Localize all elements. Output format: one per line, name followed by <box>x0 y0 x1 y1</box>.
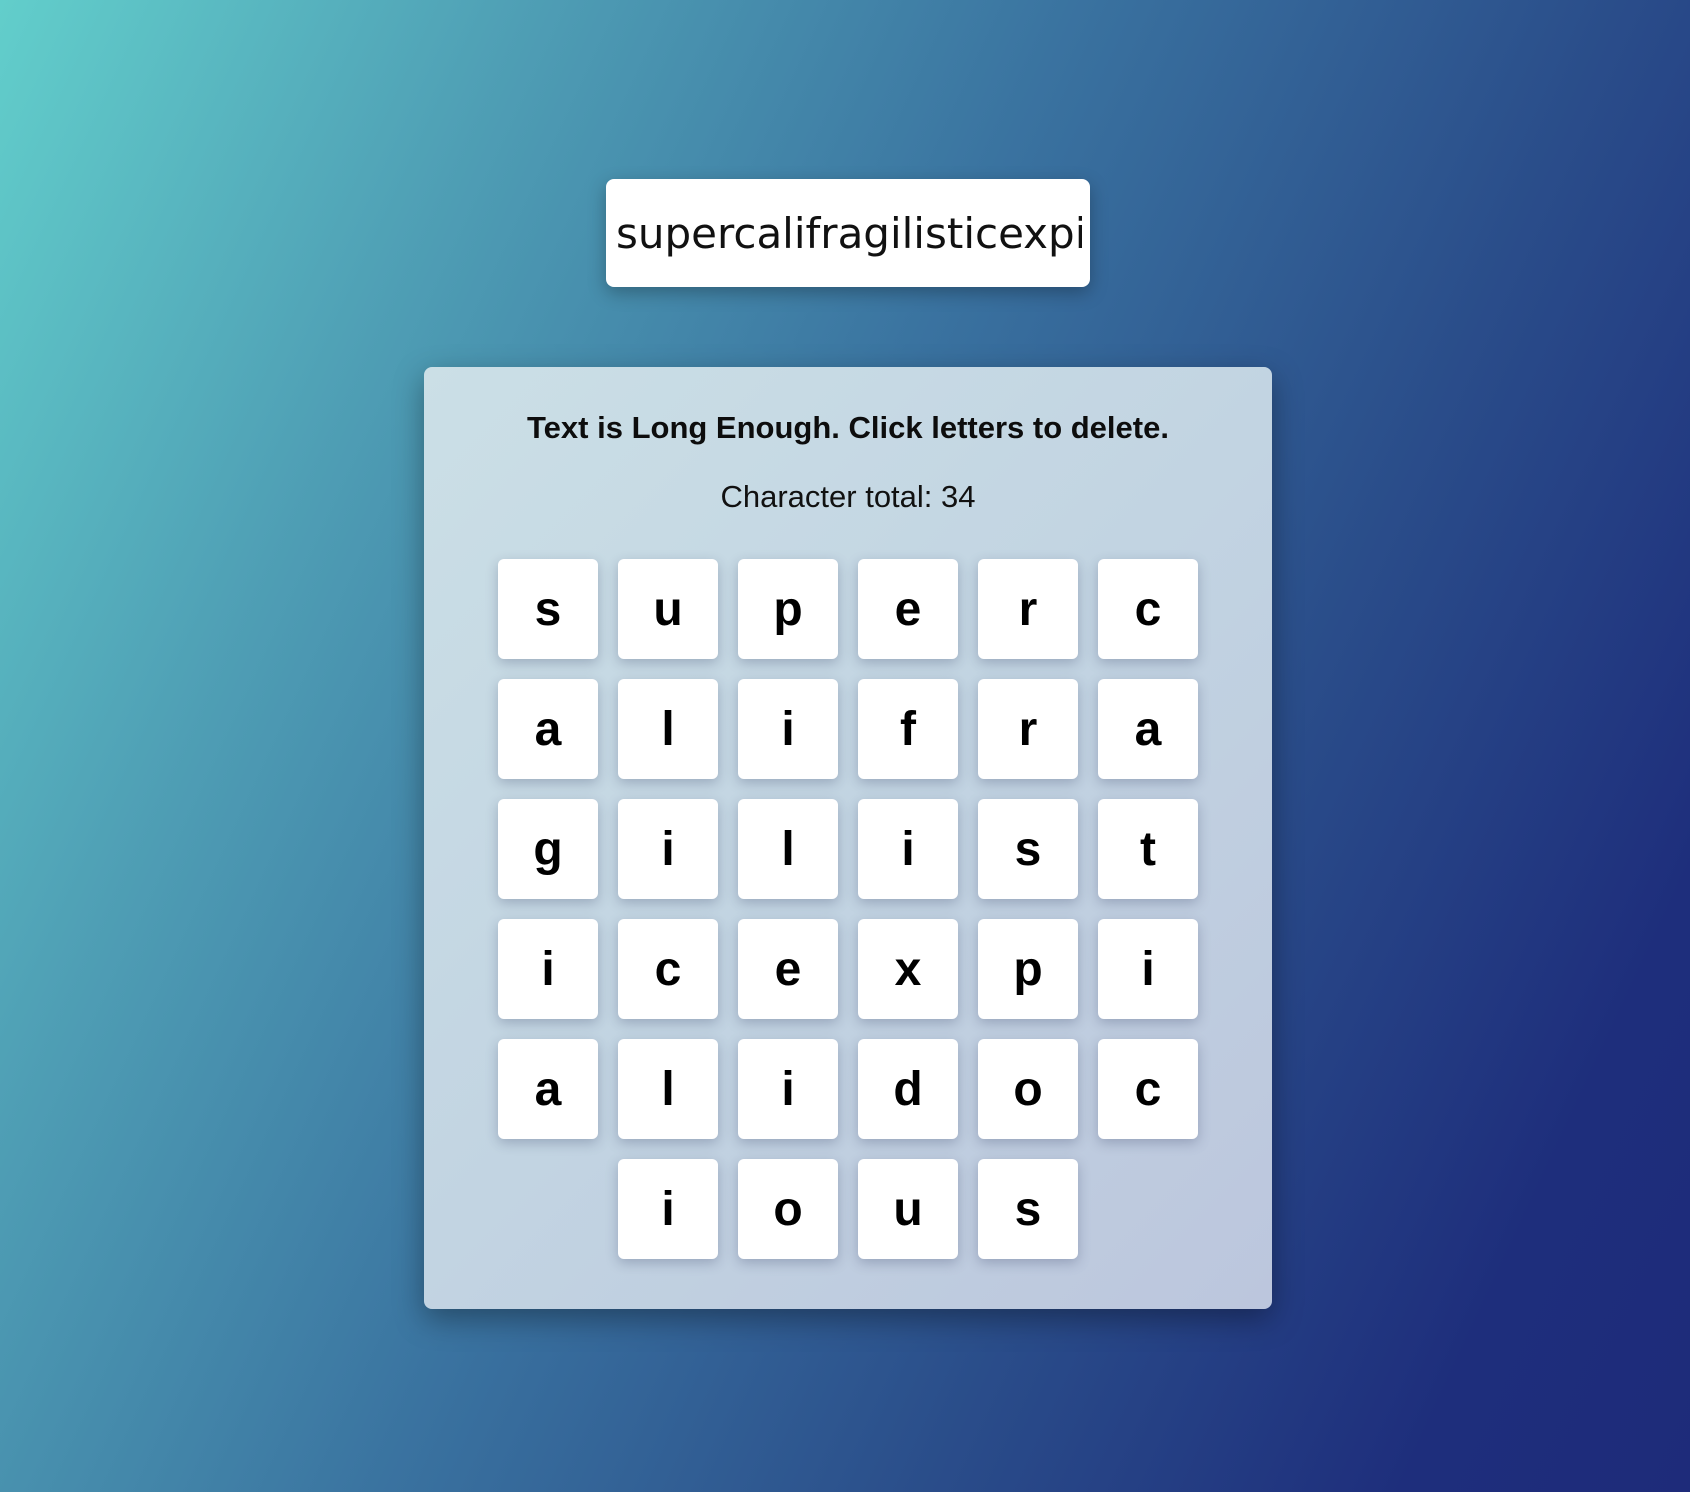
letter-tile[interactable]: c <box>1098 1039 1198 1139</box>
letter-tile[interactable]: i <box>498 919 598 1019</box>
letter-tile[interactable]: t <box>1098 799 1198 899</box>
letter-tile[interactable]: g <box>498 799 598 899</box>
letter-tile[interactable]: l <box>738 799 838 899</box>
letter-tile[interactable]: i <box>858 799 958 899</box>
letter-tile[interactable]: i <box>1098 919 1198 1019</box>
letter-tile[interactable]: r <box>978 559 1078 659</box>
letter-tile[interactable]: f <box>858 679 958 779</box>
letter-tile[interactable]: x <box>858 919 958 1019</box>
letter-tile[interactable]: i <box>618 799 718 899</box>
letter-tile[interactable]: u <box>858 1159 958 1259</box>
letter-tile[interactable]: o <box>738 1159 838 1259</box>
letter-tile[interactable]: u <box>618 559 718 659</box>
letter-tile[interactable]: c <box>618 919 718 1019</box>
letter-tile[interactable]: r <box>978 679 1078 779</box>
letter-tile[interactable]: p <box>978 919 1078 1019</box>
letter-tile[interactable]: o <box>978 1039 1078 1139</box>
letter-tile[interactable]: a <box>498 1039 598 1139</box>
letter-tile[interactable]: i <box>738 1039 838 1139</box>
letter-tile[interactable]: c <box>1098 559 1198 659</box>
letter-tile[interactable]: i <box>738 679 838 779</box>
letter-tile[interactable]: p <box>738 559 838 659</box>
letter-tile[interactable]: l <box>618 1039 718 1139</box>
letter-tile[interactable]: l <box>618 679 718 779</box>
letter-tiles-grid: supercalifragilisticexpialidocious <box>498 559 1198 1259</box>
letter-tile[interactable]: d <box>858 1039 958 1139</box>
letter-tile[interactable]: a <box>1098 679 1198 779</box>
letter-tile[interactable]: a <box>498 679 598 779</box>
letter-tile[interactable]: s <box>978 799 1078 899</box>
text-input[interactable] <box>606 179 1090 287</box>
letter-tile[interactable]: e <box>738 919 838 1019</box>
character-total: Character total: 34 <box>720 479 976 514</box>
letter-tile[interactable]: s <box>498 559 598 659</box>
letter-tile[interactable]: i <box>618 1159 718 1259</box>
letter-tile[interactable]: s <box>978 1159 1078 1259</box>
letter-tile[interactable]: e <box>858 559 958 659</box>
letters-panel: Text is Long Enough. Click letters to de… <box>424 367 1272 1309</box>
panel-heading: Text is Long Enough. Click letters to de… <box>527 410 1169 445</box>
